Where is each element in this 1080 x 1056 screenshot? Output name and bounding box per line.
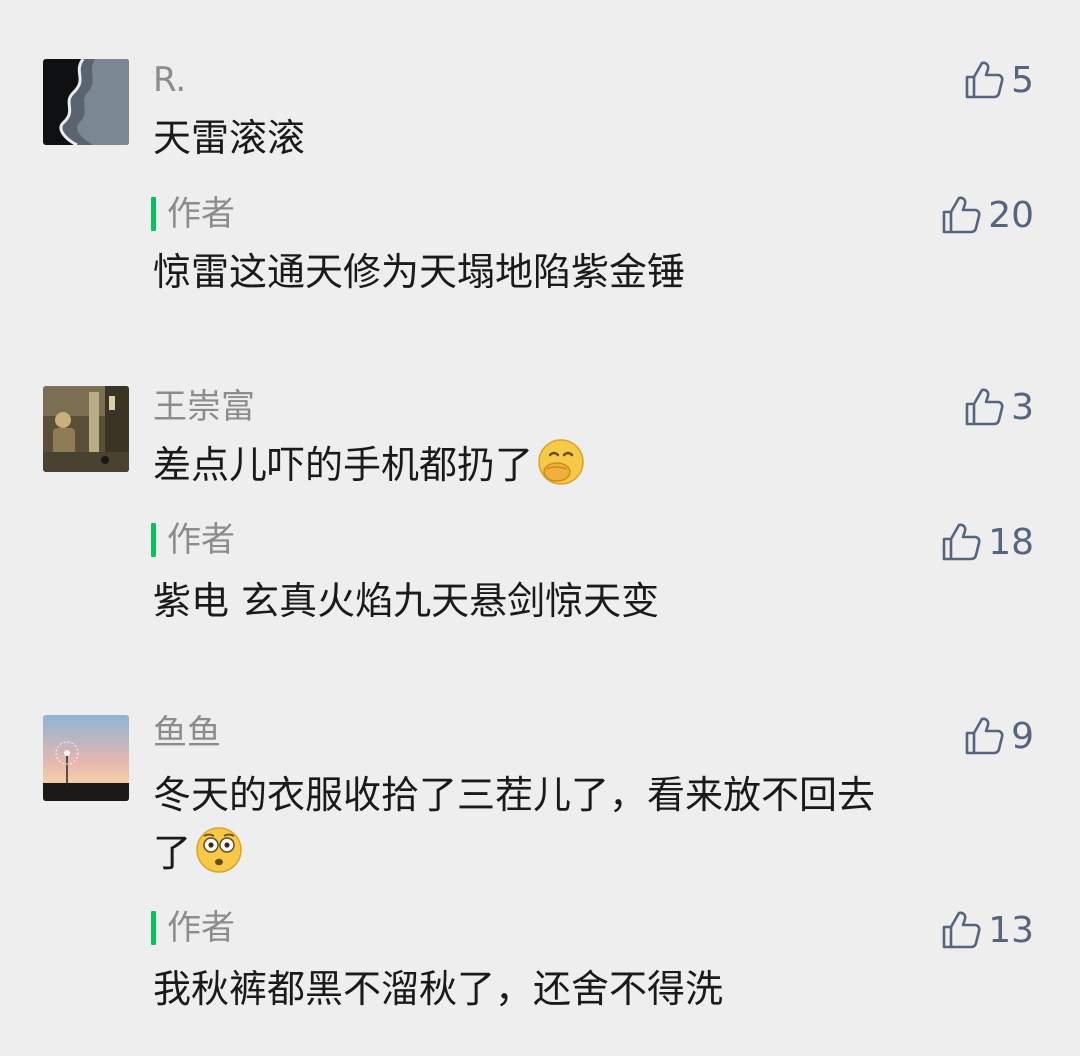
- reply-text: 惊雷这通天修为天塌地陷紫金锤: [153, 250, 686, 294]
- like-count: 18: [988, 521, 1034, 563]
- author-marker: [151, 197, 156, 231]
- comment-text: 天雷滚滚: [153, 116, 306, 160]
- avatar[interactable]: [43, 59, 129, 145]
- like-count: 3: [1011, 386, 1034, 428]
- thumbs-up-icon: [942, 523, 981, 561]
- commenter-name[interactable]: 王崇富: [153, 385, 255, 429]
- author-marker: [151, 523, 156, 557]
- reply-like-button[interactable]: 20: [940, 193, 1034, 237]
- hand-over-mouth-emoji-icon: [538, 439, 584, 485]
- author-marker: [151, 911, 156, 945]
- thumbs-up-icon: [965, 388, 1004, 426]
- like-count: 9: [1011, 715, 1034, 757]
- reply-text: 紫电 玄真火焰九天悬剑惊天变: [153, 579, 660, 623]
- comment-text: 差点儿吓的手机都扔了: [153, 437, 1013, 493]
- thumbs-up-icon: [965, 717, 1004, 755]
- thumbs-up-icon: [942, 196, 981, 234]
- reply-like-button[interactable]: 13: [940, 908, 1034, 952]
- like-count: 13: [988, 909, 1034, 951]
- ocean-shore-image: [43, 59, 129, 145]
- author-label: 作者: [167, 520, 235, 560]
- comment-text-line: 了: [153, 825, 1013, 881]
- author-label: 作者: [167, 194, 235, 234]
- street-night-image: [43, 386, 129, 472]
- thumbs-up-icon: [965, 61, 1004, 99]
- like-count: 5: [1011, 59, 1034, 101]
- comment-text-content: 差点儿吓的手机都扔了: [153, 443, 534, 487]
- commenter-name[interactable]: 鱼鱼: [153, 711, 221, 755]
- like-button[interactable]: 5: [963, 58, 1034, 102]
- dandelion-sunset-image: [43, 715, 129, 801]
- like-button[interactable]: 9: [963, 714, 1034, 758]
- comment-text-content: 了: [153, 831, 192, 875]
- reply-like-button[interactable]: 18: [940, 520, 1034, 564]
- avatar[interactable]: [43, 386, 129, 472]
- flushed-face-emoji-icon: [196, 827, 242, 873]
- like-button[interactable]: 3: [963, 385, 1034, 429]
- like-count: 20: [988, 194, 1034, 236]
- avatar[interactable]: [43, 715, 129, 801]
- author-label: 作者: [167, 908, 235, 948]
- thumbs-up-icon: [942, 911, 981, 949]
- comment-text-line: 冬天的衣服收拾了三茬儿了，看来放不回去: [153, 773, 876, 817]
- commenter-name[interactable]: R.: [153, 58, 186, 102]
- reply-text: 我秋裤都黑不溜秋了，还舍不得洗: [153, 967, 724, 1011]
